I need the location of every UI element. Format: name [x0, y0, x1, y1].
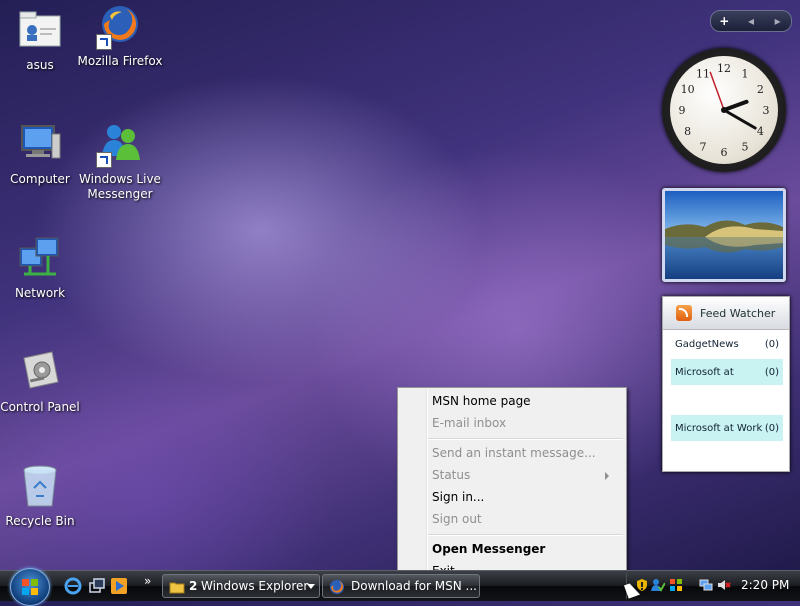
- add-gadget-button[interactable]: +: [711, 14, 738, 28]
- quick-launch-more-icon[interactable]: »: [144, 574, 151, 588]
- start-button[interactable]: [10, 568, 50, 606]
- notification-area: 2:20 PM: [626, 573, 800, 599]
- clock-numeral: 5: [742, 140, 749, 153]
- menu-item-open-messenger[interactable]: Open Messenger: [432, 538, 617, 560]
- desktop-icon-label: Control Panel: [0, 400, 80, 414]
- taskbar: » 2 Windows Explorer Download for MSN ..…: [0, 568, 800, 606]
- internet-explorer-icon[interactable]: [64, 577, 82, 595]
- desktop-icon-network[interactable]: Network: [0, 234, 84, 301]
- network-icon: [16, 234, 64, 282]
- submenu-arrow-icon: [605, 472, 609, 480]
- firefox-icon: [330, 580, 344, 594]
- desktop-icon-label: Windows Live Messenger: [79, 172, 161, 201]
- media-player-icon[interactable]: [110, 577, 128, 595]
- network-tray-icon[interactable]: [699, 578, 713, 592]
- feed-watcher-gadget[interactable]: Feed Watcher GadgetNews (0) Microsoft at…: [662, 296, 790, 472]
- clock-numeral: 4: [757, 125, 764, 138]
- clock-numeral: 12: [717, 62, 731, 75]
- feed-count: (0): [764, 366, 779, 378]
- clock-numeral: 11: [696, 68, 710, 81]
- feed-name: GadgetNews: [675, 338, 739, 350]
- clock-numeral: 9: [679, 104, 686, 117]
- taskbar-button-label: Windows Explorer: [201, 579, 309, 593]
- taskbar-button-label: Download for MSN ...: [351, 579, 477, 593]
- messenger-icon: [96, 120, 144, 168]
- feed-watcher-title: Feed Watcher: [700, 306, 776, 320]
- desktop-icon-label: Computer: [10, 172, 70, 186]
- user-folder-icon: [16, 6, 64, 54]
- desktop-icon-label: Recycle Bin: [5, 514, 75, 528]
- desktop-icon-label: Mozilla Firefox: [77, 54, 163, 68]
- slideshow-gadget[interactable]: [662, 188, 786, 282]
- feed-row-microsoft-at[interactable]: Microsoft at (0): [671, 359, 783, 385]
- messenger-tray-context-menu: MSN home page E-mail inbox Send an insta…: [397, 387, 627, 584]
- clock-numeral: 8: [684, 125, 691, 138]
- rss-icon: [676, 305, 692, 321]
- control-panel-icon: [16, 348, 64, 396]
- menu-item-status[interactable]: Status: [432, 464, 617, 486]
- menu-item-email-inbox[interactable]: E-mail inbox: [432, 412, 617, 434]
- taskbar-button-firefox-download[interactable]: Download for MSN ...: [322, 574, 480, 598]
- taskbar-clock[interactable]: 2:20 PM: [741, 578, 789, 592]
- feed-count: (0): [764, 338, 779, 350]
- clock-numeral: 3: [763, 104, 770, 117]
- taskbar-group-count: 2: [189, 579, 198, 593]
- menu-item-sign-out[interactable]: Sign out: [432, 508, 617, 530]
- menu-item-status-label: Status: [432, 468, 471, 482]
- feed-row-microsoft-at-work[interactable]: Microsoft at Work (0): [671, 415, 783, 441]
- menu-item-send-instant-message[interactable]: Send an instant message...: [432, 442, 617, 464]
- menu-item-msn-home-page[interactable]: MSN home page: [432, 390, 617, 412]
- taskbar-button-windows-explorer[interactable]: 2 Windows Explorer: [162, 574, 320, 598]
- clock-center-pin: [721, 107, 727, 113]
- clock-numeral: 7: [700, 140, 707, 153]
- clock-minute-hand: [722, 108, 757, 130]
- firefox-icon: [96, 2, 144, 50]
- volume-muted-icon[interactable]: [717, 578, 731, 592]
- menu-separator: [428, 534, 623, 536]
- prev-gadget-page-button[interactable]: ◂: [738, 14, 765, 28]
- desktop-icon-control-panel[interactable]: Control Panel: [0, 348, 84, 415]
- desktop-icon-label: Network: [14, 286, 66, 300]
- switch-windows-icon[interactable]: [88, 577, 106, 595]
- desktop-icon-messenger[interactable]: Windows Live Messenger: [76, 120, 164, 202]
- clock-face: 12 1 2 3 4 5 6 7 8 9 10 11: [670, 56, 778, 164]
- desktop-icon-recycle-bin[interactable]: Recycle Bin: [0, 462, 84, 529]
- shortcut-arrow-icon: [96, 152, 112, 168]
- shortcut-arrow-icon: [96, 34, 112, 50]
- next-gadget-page-button[interactable]: ▸: [764, 14, 791, 28]
- desktop-icon-firefox[interactable]: Mozilla Firefox: [76, 2, 164, 69]
- feed-name: Microsoft at: [675, 366, 734, 378]
- computer-icon: [16, 120, 64, 168]
- windows-update-icon[interactable]: [669, 578, 683, 592]
- menu-separator: [428, 438, 623, 440]
- menu-item-sign-in[interactable]: Sign in...: [432, 486, 617, 508]
- feed-count: (0): [764, 422, 779, 434]
- taskbar-group-dropdown-icon[interactable]: [307, 584, 315, 589]
- clock-numeral: 1: [742, 68, 749, 81]
- clock-second-hand: [709, 71, 725, 111]
- clock-numeral: 6: [721, 146, 728, 159]
- clock-hour-hand: [722, 99, 749, 112]
- clock-gadget[interactable]: 12 1 2 3 4 5 6 7 8 9 10 11: [662, 48, 786, 172]
- clock-numeral: 2: [757, 83, 764, 96]
- recycle-bin-icon: [16, 462, 64, 510]
- sidebar-controls: + ◂ ▸: [710, 10, 792, 32]
- folder-icon: [169, 582, 185, 594]
- feed-watcher-header: Feed Watcher: [663, 297, 789, 330]
- feed-name: Microsoft at Work: [675, 422, 763, 434]
- feed-row-gadgetnews[interactable]: GadgetNews (0): [671, 331, 783, 357]
- clock-dial: 12 12 3 45 6 78 9 1011: [679, 62, 770, 159]
- desktop-icon-label: asus: [26, 58, 54, 72]
- messenger-tray-icon[interactable]: [651, 578, 665, 592]
- clock-numeral: 10: [681, 83, 695, 96]
- desktop-icon-asus[interactable]: asus: [0, 6, 84, 73]
- landscape-photo: [665, 191, 783, 279]
- desktop-icon-computer[interactable]: Computer: [0, 120, 84, 187]
